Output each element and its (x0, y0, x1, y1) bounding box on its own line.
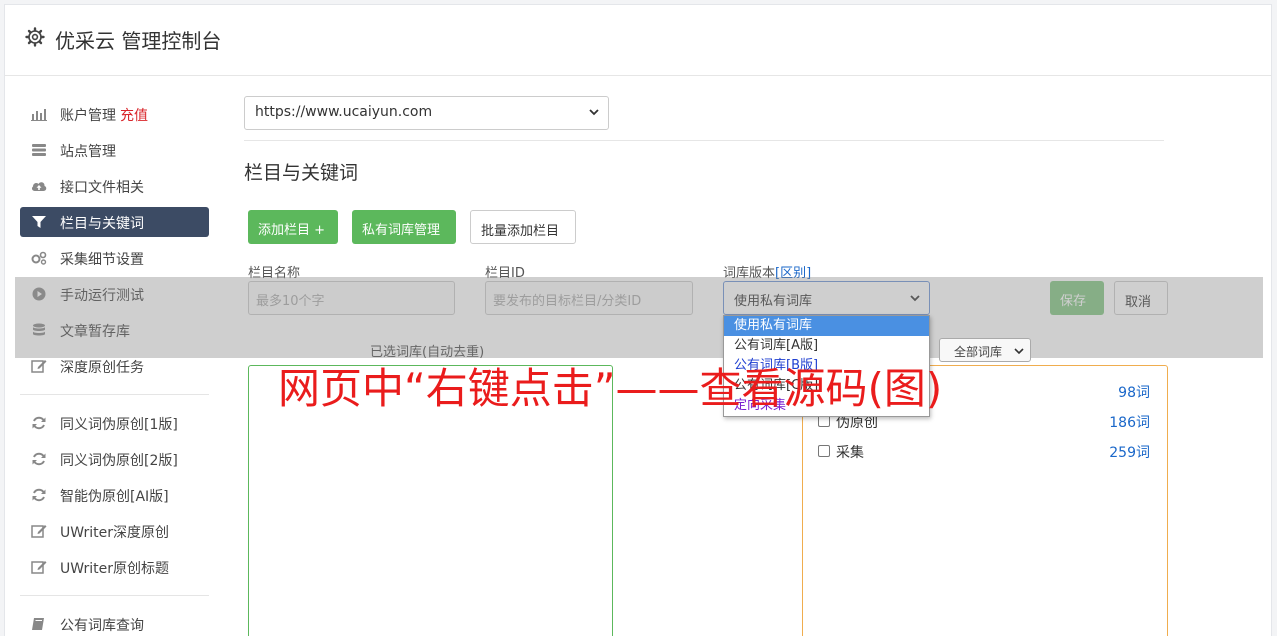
cloud-upload-icon (31, 182, 47, 191)
sidebar-item-label: 采集细节设置 (60, 252, 144, 268)
sidebar-item-columns-keywords[interactable]: 栏目与关键词 (20, 207, 209, 237)
chevron-down-icon (589, 109, 599, 116)
sidebar-item-account[interactable]: 账户管理 充值 (20, 99, 209, 129)
sidebar-item-label: UWriter深度原创 (60, 525, 169, 541)
lexicon-count: 98词 (1118, 385, 1150, 401)
server-icon (32, 144, 46, 156)
chevron-down-icon (1014, 348, 1024, 355)
page-header: 优采云 管理控制台 (5, 5, 1271, 76)
divider (244, 140, 1164, 141)
sidebar-item-label: 智能伪原创[AI版] (60, 489, 169, 505)
sidebar-item-label: 同义词伪原创[2版] (60, 453, 178, 469)
sidebar-item-synonym-v1[interactable]: 同义词伪原创[1版] (20, 408, 209, 438)
sidebar-item-label: 同义词伪原创[1版] (60, 417, 178, 433)
private-lexicon-button[interactable]: 私有词库管理 (352, 210, 456, 244)
refresh-icon (32, 488, 46, 502)
gears-icon (31, 251, 47, 265)
sidebar-item-public-lexicon[interactable]: 公有词库查询 (20, 609, 209, 636)
section-title: 栏目与关键词 (244, 162, 359, 184)
sidebar-item-synonym-v2[interactable]: 同义词伪原创[2版] (20, 444, 209, 474)
lexicon-count: 186词 (1109, 415, 1150, 431)
sidebar-item-label: 接口文件相关 (60, 180, 144, 196)
sidebar-item-label: 栏目与关键词 (60, 216, 144, 232)
edit-icon (31, 525, 47, 538)
sidebar-item-uwriter-title[interactable]: UWriter原创标题 (20, 552, 209, 582)
dropdown-option[interactable]: 公有词库[A版] (724, 336, 929, 356)
watermark-caption: 网页中“右键点击”——查看源码(图) (278, 364, 943, 413)
lexicon-row[interactable]: 采集 259词 (818, 442, 1150, 464)
bar-chart-icon (31, 109, 47, 121)
sidebar-item-sites[interactable]: 站点管理 (20, 135, 209, 165)
sidebar-item-interface[interactable]: 接口文件相关 (20, 171, 209, 201)
sidebar-item-label: UWriter原创标题 (60, 561, 169, 577)
site-select-value: https://www.ucaiyun.com (255, 104, 433, 120)
refresh-icon (32, 452, 46, 466)
lexicon-count: 259词 (1109, 445, 1150, 461)
batch-add-button[interactable]: 批量添加栏目 (470, 210, 576, 244)
sidebar-item-collect-settings[interactable]: 采集细节设置 (20, 243, 209, 273)
sidebar-divider (20, 394, 209, 395)
page-title: 优采云 管理控制台 (55, 29, 222, 53)
book-icon (32, 618, 44, 630)
gear-icon (25, 27, 45, 47)
sidebar-item-uwriter-deep[interactable]: UWriter深度原创 (20, 516, 209, 546)
sidebar-item-label: 公有词库查询 (60, 618, 144, 634)
edit-icon (31, 561, 47, 574)
add-column-button[interactable]: 添加栏目 + (248, 210, 338, 244)
dropdown-option[interactable]: 使用私有词库 (724, 316, 929, 336)
sidebar-item-label: 站点管理 (60, 144, 116, 160)
filter-icon (32, 216, 46, 228)
lexicon-filter-value: 全部词库 (954, 345, 1003, 359)
sidebar-item-label: 深度原创任务 (60, 360, 144, 376)
refresh-icon (32, 416, 46, 430)
edit-icon (31, 360, 47, 373)
sidebar-item-ai-rewrite[interactable]: 智能伪原创[AI版] (20, 480, 209, 510)
modal-overlay-band (15, 277, 1263, 358)
sidebar-divider (20, 595, 209, 596)
lexicon-filter-select[interactable]: 全部词库 (939, 338, 1031, 362)
lexicon-name: 采集 (836, 445, 864, 461)
checkbox[interactable] (818, 445, 830, 457)
site-select[interactable]: https://www.ucaiyun.com (244, 96, 609, 130)
recharge-link[interactable]: 充值 (120, 108, 148, 124)
sidebar-item-label: 账户管理 (60, 108, 116, 124)
